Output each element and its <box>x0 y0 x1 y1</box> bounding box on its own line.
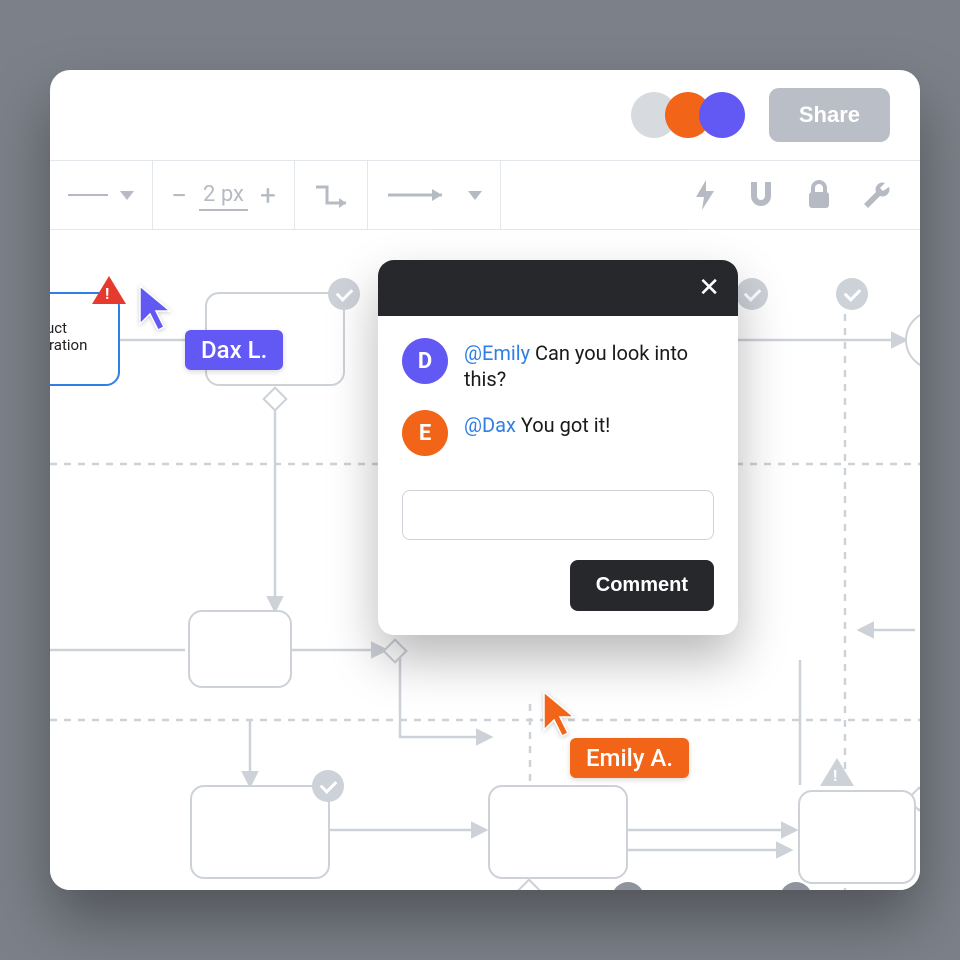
arrow-style-group <box>368 161 500 229</box>
elbow-connector-icon <box>313 181 349 209</box>
chevron-down-icon[interactable] <box>468 191 482 200</box>
chevron-down-icon[interactable] <box>120 191 134 200</box>
toolbar: − 2 px + <box>50 160 920 230</box>
comment-item: D @Emily Can you look into this? <box>402 338 714 392</box>
selected-node-label: roductfiguration <box>50 320 87 355</box>
check-badge-icon <box>836 278 868 310</box>
presence-avatars <box>631 92 745 138</box>
check-badge-icon <box>312 770 344 802</box>
diagram-canvas[interactable]: roductfiguration Dax L. ✕ <box>50 230 920 890</box>
connector-type-group[interactable] <box>295 161 367 229</box>
wrench-icon[interactable] <box>862 180 892 210</box>
remote-cursor-label-dax: Dax L. <box>185 330 283 370</box>
check-badge-icon <box>328 278 360 310</box>
line-style-group <box>50 161 152 229</box>
close-icon[interactable]: ✕ <box>698 275 720 301</box>
line-style-preview[interactable] <box>68 194 108 196</box>
comment-popup: ✕ D @Emily Can you look into this? E @Da… <box>378 260 738 635</box>
flow-node[interactable] <box>190 785 330 879</box>
alert-badge-icon <box>92 276 126 304</box>
remote-cursor-label-emily: Emily A. <box>570 738 689 778</box>
magnet-icon[interactable] <box>746 180 776 210</box>
flow-node[interactable] <box>798 790 916 884</box>
app-window: Share − 2 px + <box>50 70 920 890</box>
bolt-icon[interactable] <box>694 180 716 210</box>
comment-popup-header: ✕ <box>378 260 738 316</box>
comment-text: @Dax You got it! <box>464 410 610 438</box>
arrow-style-icon[interactable] <box>386 185 456 205</box>
avatar: D <box>402 338 448 384</box>
comment-item: E @Dax You got it! <box>402 410 714 456</box>
increase-stroke-button[interactable]: + <box>260 179 276 212</box>
decrease-stroke-button[interactable]: − <box>171 179 187 212</box>
flow-node[interactable] <box>488 785 628 879</box>
presence-avatar[interactable] <box>699 92 745 138</box>
stroke-width-group: − 2 px + <box>153 161 294 229</box>
comment-list: D @Emily Can you look into this? E @Dax … <box>378 316 738 484</box>
avatar: E <box>402 410 448 456</box>
remote-cursor-emily <box>542 690 580 740</box>
comment-submit-button[interactable]: Comment <box>570 560 714 611</box>
alert-badge-icon <box>820 758 854 786</box>
stroke-width-value[interactable]: 2 px <box>199 180 248 211</box>
remote-cursor-dax <box>138 284 176 334</box>
toolbar-right <box>666 180 920 210</box>
lock-icon[interactable] <box>806 180 832 210</box>
flow-node[interactable] <box>188 610 292 688</box>
share-button[interactable]: Share <box>769 88 890 142</box>
comment-text: @Emily Can you look into this? <box>464 338 714 392</box>
check-badge-icon <box>736 278 768 310</box>
app-header: Share <box>50 70 920 160</box>
comment-input[interactable] <box>402 490 714 540</box>
